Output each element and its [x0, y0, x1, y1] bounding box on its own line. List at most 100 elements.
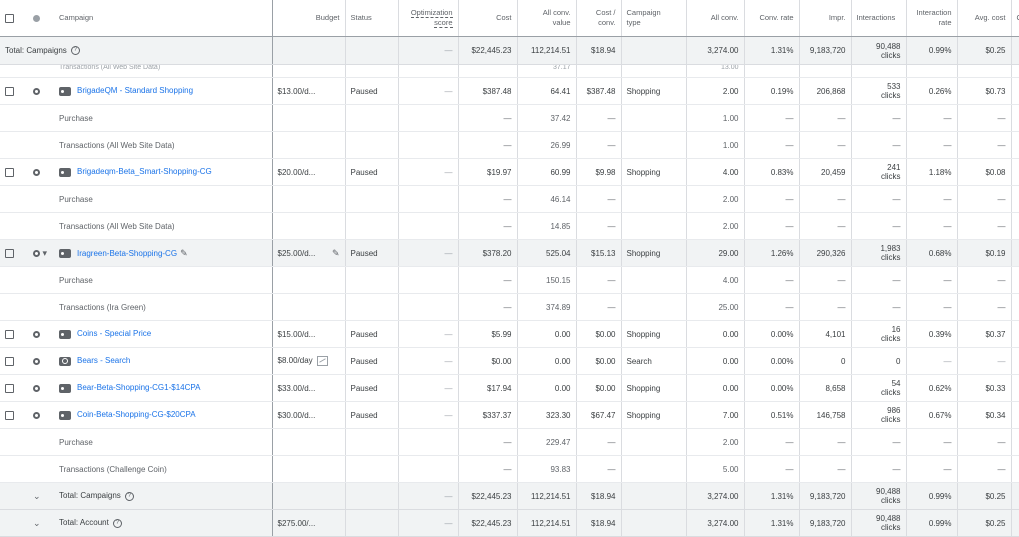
sub-cost-cell: — — [458, 212, 518, 240]
budget-cell: $33.00/d... — [272, 374, 346, 402]
budget-value[interactable]: $30.00/d... — [278, 411, 316, 420]
header-all-conv[interactable]: All conv. — [686, 0, 745, 37]
sub-impr-cell: — — [799, 428, 852, 456]
edit-pencil-icon[interactable]: ✎ — [180, 248, 188, 258]
campaign-name-link[interactable]: Iragreen-Beta-Shopping-CG — [77, 249, 177, 258]
conv-value-cell: 323.30 — [517, 401, 577, 429]
sub-avg-cost-cell: — — [957, 455, 1012, 483]
campaign-name-cell: Bears - Search — [54, 347, 273, 375]
footer-conv-rate: 1.31% — [744, 509, 800, 537]
status-dot-icon[interactable] — [33, 384, 40, 392]
budget-value[interactable]: $33.00/d... — [278, 384, 316, 393]
header-optimization-score[interactable]: Optimization score — [398, 0, 459, 37]
footer-label-cell: Total: Campaigns? — [54, 482, 273, 510]
row-checkbox[interactable] — [5, 410, 14, 420]
row-checkbox[interactable] — [5, 167, 14, 177]
footer-conv-rate: 1.31% — [744, 482, 800, 510]
header-clipped[interactable]: Co — [1011, 0, 1019, 37]
budget-value[interactable]: $13.00/d... — [278, 87, 316, 96]
opt-score-cell: — — [398, 158, 459, 186]
header-avg-cost[interactable]: Avg. cost — [957, 0, 1012, 37]
interactions-value: 241 — [887, 163, 901, 172]
status-dot-icon[interactable] — [33, 87, 40, 95]
footer-expand-cell: ⌄ — [28, 509, 54, 537]
budget-value[interactable]: $20.00/d... — [278, 168, 316, 177]
sub-clipped-cell: — — [1011, 428, 1019, 456]
row-checkbox[interactable] — [5, 383, 14, 393]
conversion-action-row: Transactions (Ira Green) —374.89—25.00— — —… — [0, 293, 1019, 321]
campaign-name-link[interactable]: Bears - Search — [77, 356, 130, 365]
shopping-tag-icon — [59, 410, 71, 420]
campaign-name-link[interactable]: Coin-Beta-Shopping-CG-$20CPA — [77, 410, 196, 419]
help-icon[interactable]: ? — [112, 518, 122, 528]
sub-avg-cost-cell: — — [957, 131, 1012, 159]
campaign-name-link[interactable]: Coins - Special Price — [77, 329, 151, 338]
conversion-action-label: Transactions (All Web Site Data) — [54, 131, 273, 159]
header-cost[interactable]: Cost — [458, 0, 518, 37]
header-status[interactable]: Status — [345, 0, 399, 37]
total-campaigns-row: Total: Campaigns? — $22,445.23 112,214.5… — [0, 36, 1019, 65]
conv-value-cell: 0.00 — [517, 347, 577, 375]
header-interactions[interactable]: Interactions — [851, 0, 907, 37]
campaign-name-link[interactable]: BrigadeQM - Standard Shopping — [77, 86, 193, 95]
budget-value[interactable]: $25.00/d... — [278, 249, 316, 258]
campaign-name-link[interactable]: Brigadeqm-Beta_Smart-Shopping-CG — [77, 167, 212, 176]
help-icon[interactable]: ? — [124, 491, 134, 501]
footer-total-campaigns-row: ⌄ Total: Campaigns? — $22,445.23 112,214.51 $… — [0, 482, 1019, 510]
conv-value-cell: 0.00 — [517, 374, 577, 402]
campaign-row: BrigadeQM - Standard Shopping $13.00/d...… — [0, 77, 1019, 105]
chevron-down-icon[interactable]: ⌄ — [33, 491, 41, 501]
edit-budget-pencil-icon[interactable]: ✎ — [332, 248, 340, 259]
header-opt-line2: score — [434, 18, 453, 27]
select-all-checkbox[interactable] — [5, 13, 14, 23]
sub-avg-cost-cell: — — [957, 428, 1012, 456]
help-icon[interactable]: ? — [70, 46, 80, 56]
conversion-action-row: Transactions (All Web Site Data) —26.99—1… — [0, 131, 1019, 159]
budget-value[interactable]: $8.00/day — [278, 356, 313, 365]
header-value-line2: value — [552, 18, 571, 27]
opt-score-cell: — — [398, 77, 459, 105]
status-dot-icon[interactable] — [33, 357, 40, 365]
row-checkbox[interactable] — [5, 86, 14, 96]
chevron-down-icon[interactable]: ⌄ — [33, 518, 41, 528]
sub-conv-rate-cell: — — [744, 455, 800, 483]
conv-rate-cell: 0.51% — [744, 401, 800, 429]
header-value-line1: All conv. — [542, 8, 571, 17]
header-cost-conv[interactable]: Cost / conv. — [576, 0, 622, 37]
status-dot-icon[interactable] — [33, 330, 40, 338]
campaign-row: Coins - Special Price $15.00/d... Paused — $… — [0, 320, 1019, 348]
expand-caret-icon[interactable]: ▾ — [40, 248, 48, 258]
budget-cell: $15.00/d... — [272, 320, 346, 348]
header-campaign-type[interactable]: Campaign type — [621, 0, 687, 37]
sub-value-cell: 37.42 — [517, 104, 577, 132]
status-dot-icon[interactable] — [33, 168, 40, 176]
budget-chart-icon[interactable] — [316, 356, 328, 366]
header-campaign[interactable]: Campaign — [54, 0, 273, 37]
header-impr[interactable]: Impr. — [799, 0, 852, 37]
header-budget[interactable]: Budget — [272, 0, 346, 37]
budget-value[interactable]: $15.00/d... — [278, 330, 316, 339]
impr-cell: 20,459 — [799, 158, 852, 186]
header-irate-line1: Interaction — [916, 8, 952, 17]
all-conv-cell: 7.00 — [686, 401, 745, 429]
footer-interaction-rate: 0.99% — [906, 482, 958, 510]
header-all-conv-value[interactable]: All conv. value — [517, 0, 577, 37]
status-dot-icon[interactable] — [33, 249, 40, 257]
campaign-name-link[interactable]: Bear-Beta-Shopping-CG1-$14CPA — [77, 383, 200, 392]
budget-edit-wrap: $25.00/d... ✎ — [278, 248, 340, 259]
header-row: Campaign Budget Status Optimization score… — [0, 0, 1019, 37]
sub-value-cell: 14.85 — [517, 212, 577, 240]
interactions-value: 54 — [891, 379, 901, 388]
header-interaction-rate[interactable]: Interaction rate — [906, 0, 958, 37]
clipped-value: 37.17 — [517, 64, 577, 78]
interactions-value: 16 — [891, 325, 901, 334]
avg-cost-cell: $0.73 — [957, 77, 1012, 105]
row-checkbox[interactable] — [5, 248, 14, 258]
sub-impr-cell: — — [799, 131, 852, 159]
row-checkbox[interactable] — [5, 356, 14, 366]
header-conv-rate[interactable]: Conv. rate — [744, 0, 800, 37]
row-checkbox[interactable] — [5, 329, 14, 339]
total-conv-rate: 1.31% — [744, 36, 800, 65]
status-dot-icon[interactable] — [33, 411, 40, 419]
conv-rate-cell: 0.00% — [744, 320, 800, 348]
